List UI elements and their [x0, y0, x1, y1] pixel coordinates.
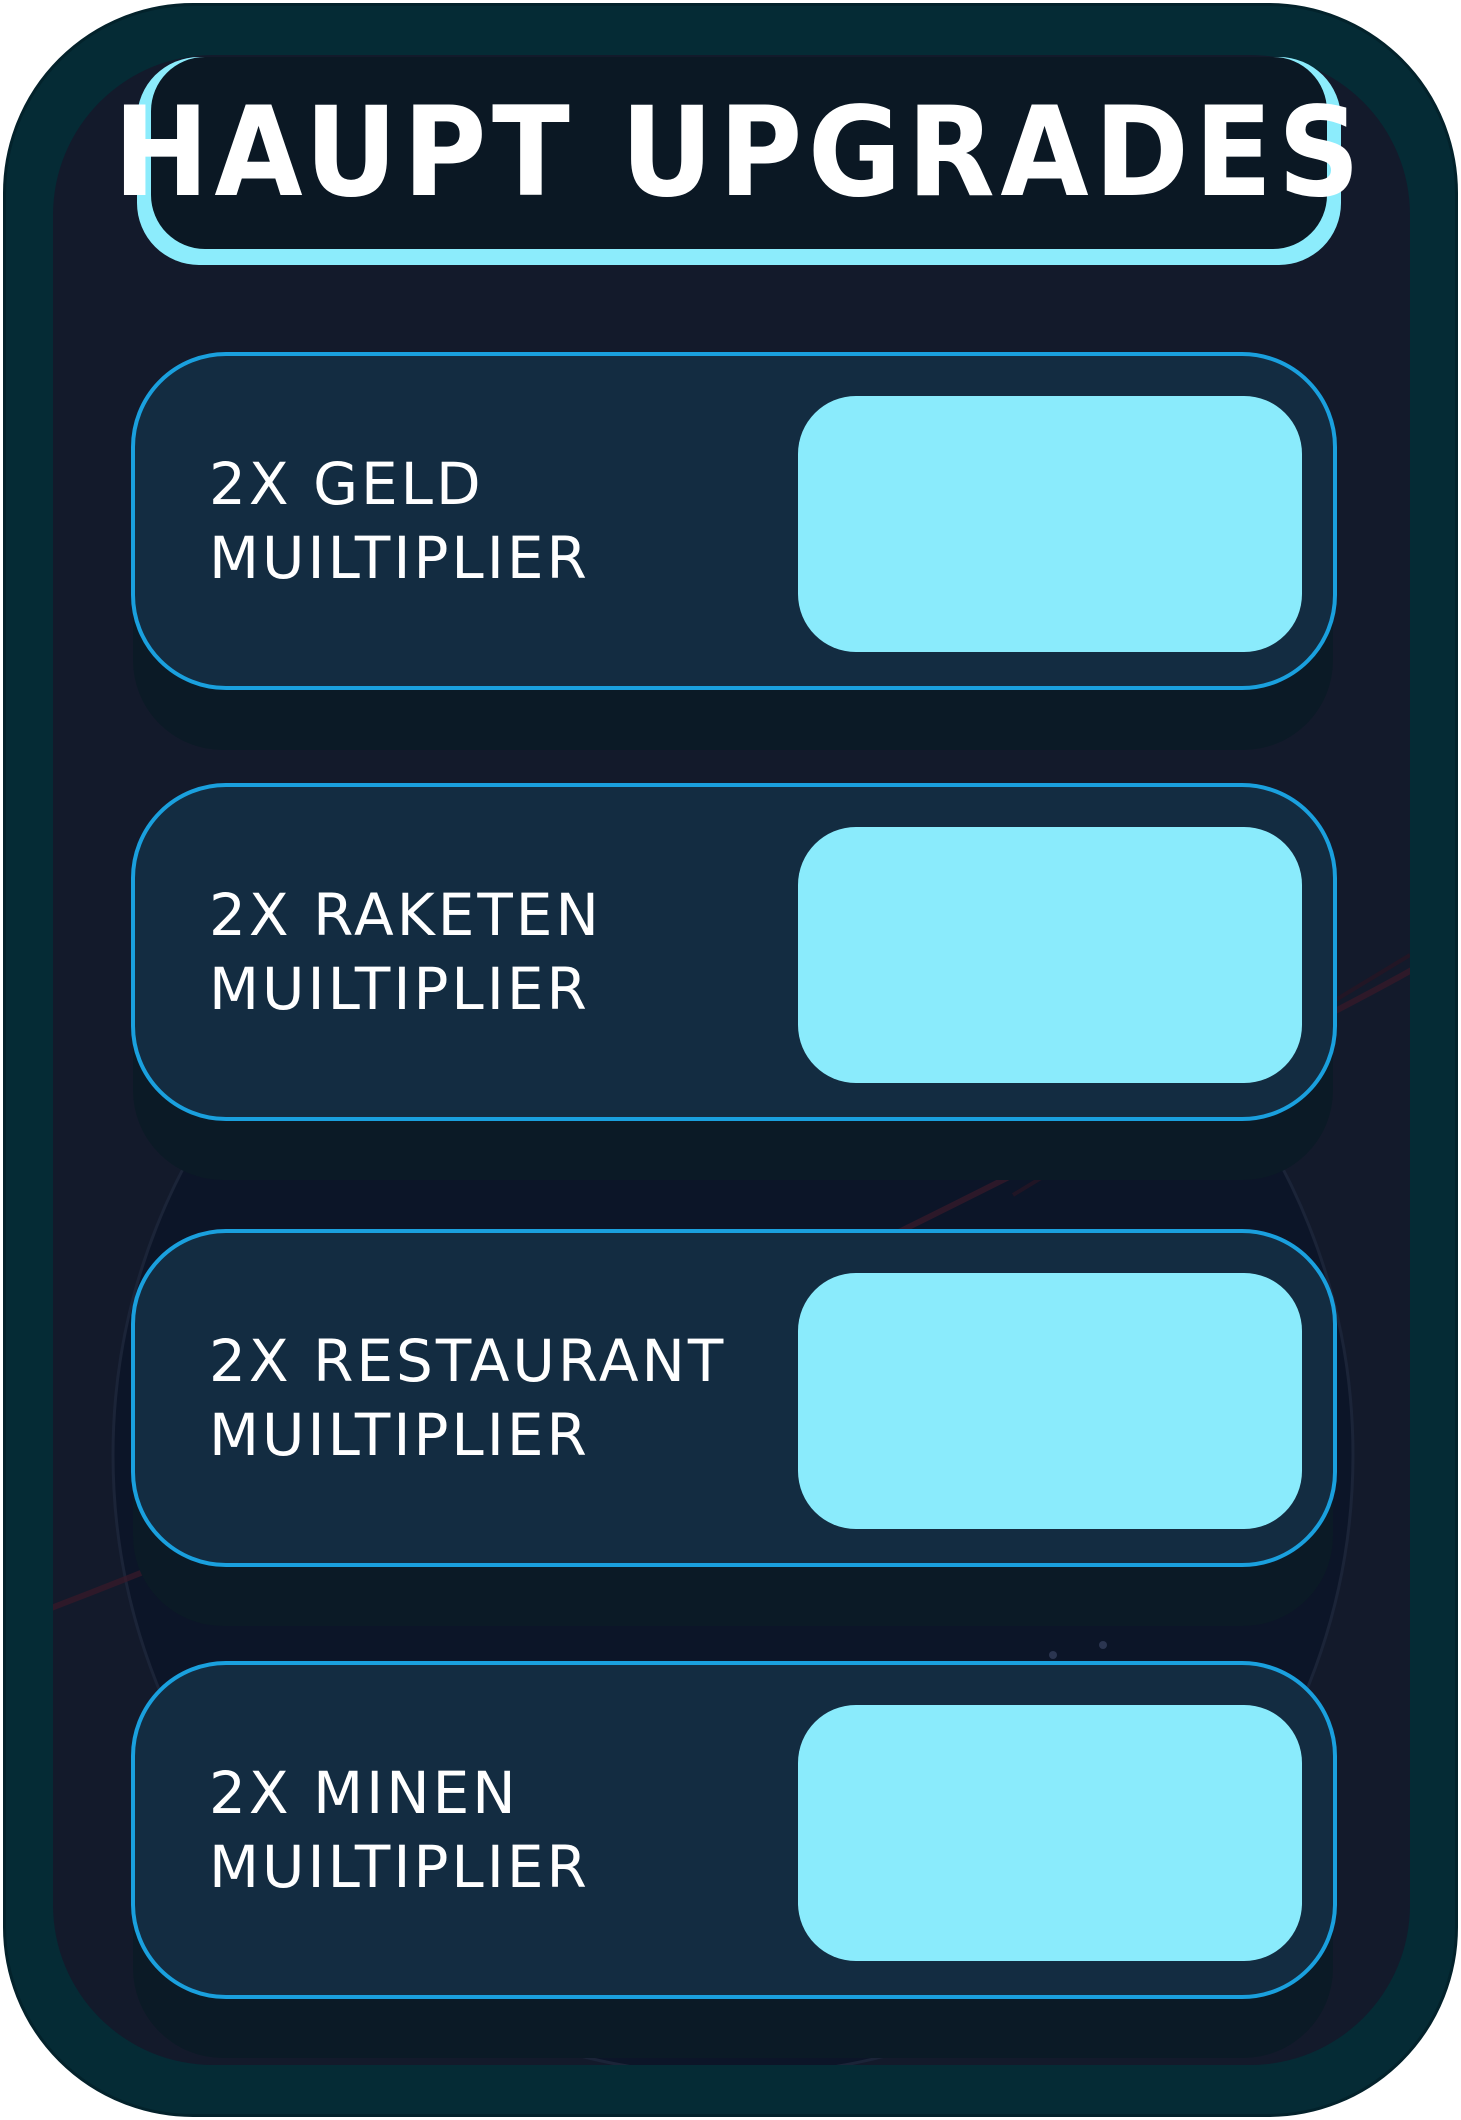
title-banner-inner: HAUPT UPGRADES: [113, 57, 1360, 249]
upgrade-card-geld: 2X GELD MUILTIPLIER: [131, 352, 1337, 690]
upgrade-card-raketen: 2X RAKETEN MUILTIPLIER: [131, 783, 1337, 1121]
upgrade-card-minen: 2X MINEN MUILTIPLIER: [131, 1661, 1337, 1999]
buy-button-restaurant[interactable]: [798, 1273, 1302, 1529]
buy-button-minen[interactable]: [798, 1705, 1302, 1961]
buy-button-geld[interactable]: [798, 396, 1302, 652]
upgrade-label-geld: 2X GELD MUILTIPLIER: [209, 450, 590, 592]
panel-title: HAUPT UPGRADES: [112, 81, 1366, 225]
upgrade-label-minen: 2X MINEN MUILTIPLIER: [209, 1759, 590, 1901]
upgrade-screen: HAUPT UPGRADES 2X GELD MUILTIPLIER 2X RA…: [0, 0, 1461, 2120]
upgrade-card-restaurant: 2X RESTAURANT MUILTIPLIER: [131, 1229, 1337, 1567]
upgrade-label-restaurant: 2X RESTAURANT MUILTIPLIER: [209, 1327, 727, 1469]
upgrade-label-raketen: 2X RAKETEN MUILTIPLIER: [209, 881, 602, 1023]
buy-button-raketen[interactable]: [798, 827, 1302, 1083]
title-banner: HAUPT UPGRADES: [113, 57, 1360, 265]
